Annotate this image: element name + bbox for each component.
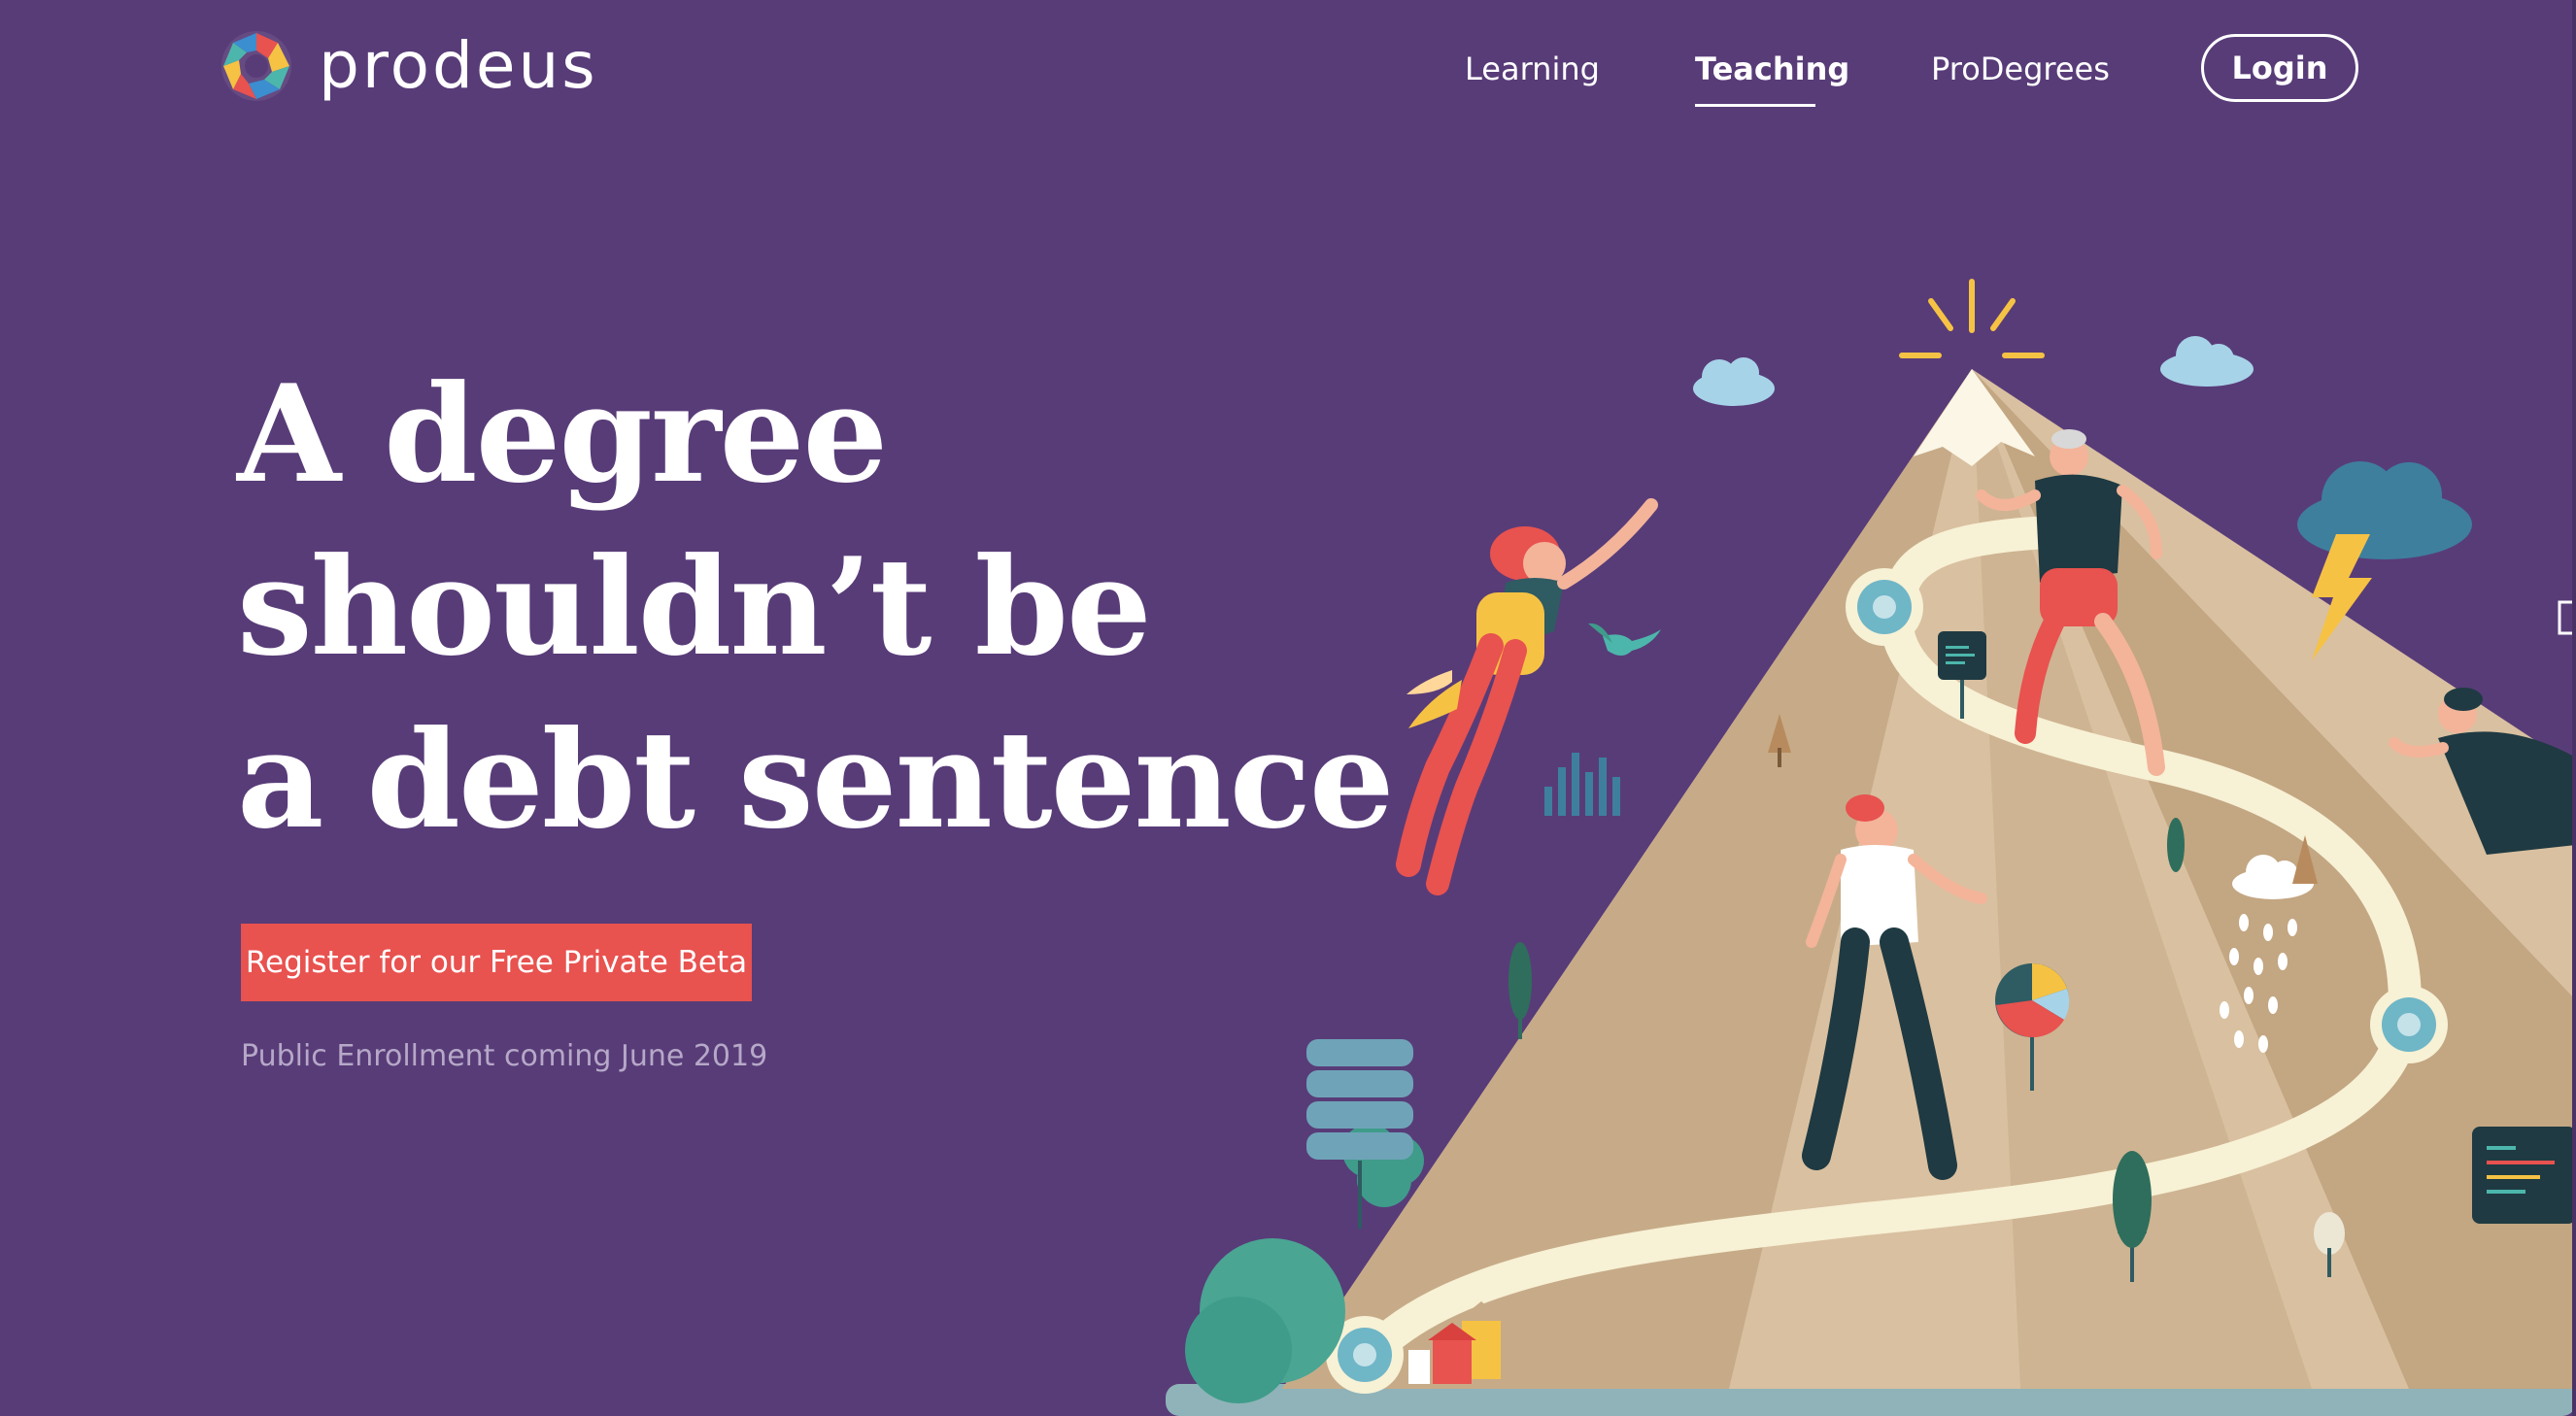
brand-logo[interactable]: prodeus xyxy=(220,29,598,103)
enrollment-note: Public Enrollment coming June 2019 xyxy=(241,1039,768,1073)
nav-learning[interactable]: Learning xyxy=(1465,29,1600,109)
window-edge xyxy=(2572,0,2576,1416)
mountain-illustration xyxy=(1166,279,2576,1416)
headline-line-2: shouldn’t be xyxy=(237,527,1152,686)
milestone-icon xyxy=(2370,986,2448,1063)
bird-icon xyxy=(1588,623,1661,656)
nav-prodegrees[interactable]: ProDegrees xyxy=(1931,29,2110,109)
bar-chart-icon xyxy=(1544,753,1620,816)
code-card-icon xyxy=(2472,1127,2576,1224)
hero-headline: A degree shouldn’t be a debt sentence xyxy=(237,348,1395,866)
tree-icon xyxy=(1508,942,1532,1039)
cloud-small-right xyxy=(2160,336,2254,387)
landing-page: prodeus Learning Teaching ProDegrees Log… xyxy=(0,0,2576,1416)
cloud-small-left xyxy=(1693,357,1775,406)
nav-active-underline xyxy=(1695,104,1815,107)
brand-name: prodeus xyxy=(319,28,598,103)
tree-icon xyxy=(2167,818,2185,872)
prodeus-logo-icon xyxy=(221,31,291,101)
sun-rays xyxy=(1899,279,2045,358)
headline-line-1: A degree xyxy=(237,354,888,513)
login-button[interactable]: Login xyxy=(2201,34,2358,102)
storm-cloud xyxy=(2297,461,2472,660)
flying-person-figure xyxy=(1396,498,1658,895)
milestone-icon xyxy=(1846,568,1923,646)
register-beta-button[interactable]: Register for our Free Private Beta xyxy=(241,924,752,1001)
headline-line-3: a debt sentence xyxy=(237,700,1395,859)
nav-teaching[interactable]: Teaching xyxy=(1695,29,1849,109)
